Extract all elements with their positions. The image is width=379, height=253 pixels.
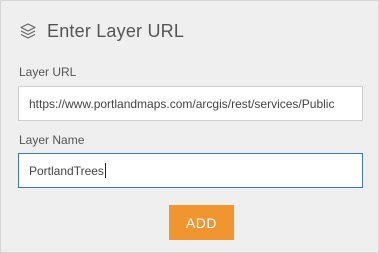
layer-url-label: Layer URL: [19, 65, 77, 79]
layer-name-value: PortlandTrees: [29, 163, 104, 178]
panel-title: Enter Layer URL: [47, 20, 185, 41]
layer-name-input[interactable]: PortlandTrees: [18, 153, 363, 188]
enter-layer-url-panel: Enter Layer URL Layer URL https://www.po…: [0, 0, 379, 253]
panel-header: Enter Layer URL: [19, 18, 184, 44]
layer-url-value: https://www.portlandmaps.com/arcgis/rest…: [29, 96, 335, 111]
layers-icon: [19, 22, 37, 40]
text-caret: [104, 163, 106, 178]
layer-url-input[interactable]: https://www.portlandmaps.com/arcgis/rest…: [18, 86, 363, 121]
layer-name-label: Layer Name: [19, 133, 85, 147]
add-button[interactable]: ADD: [169, 205, 234, 240]
